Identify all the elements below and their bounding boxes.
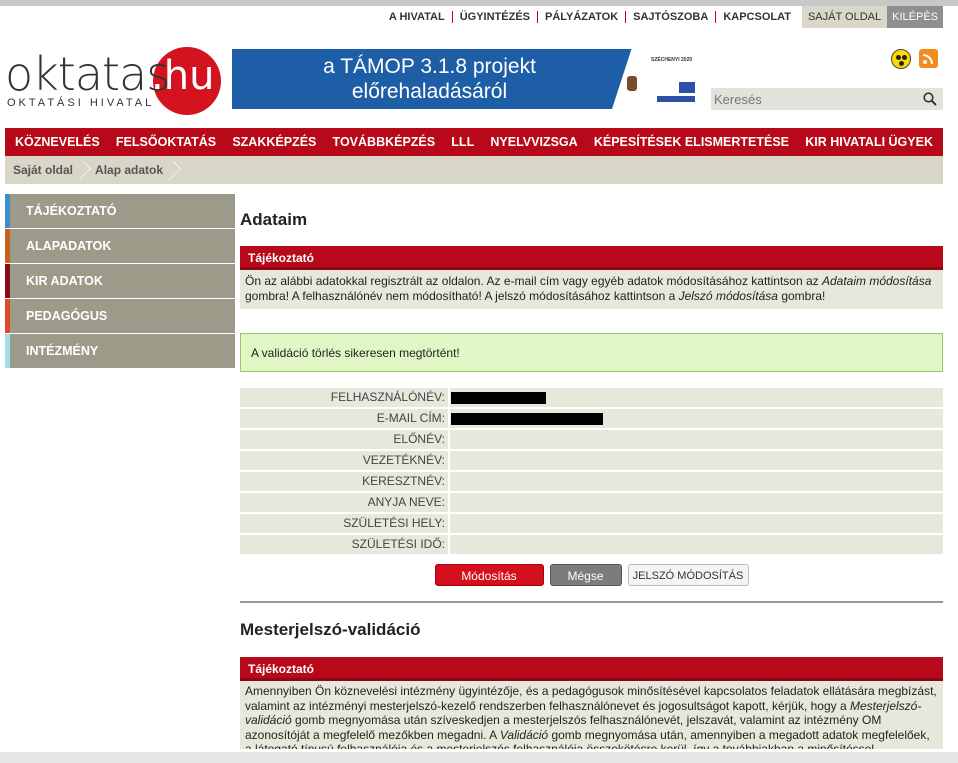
invest-strip [657, 96, 695, 102]
sidebar: TÁJÉKOZTATÓ ALAPADATOK KIR ADATOK PEDAGÓ… [5, 194, 235, 369]
main-content: Adataim Tájékoztató Ön az alábbi adatokk… [240, 194, 943, 749]
info-box-text: Ön az alábbi adatokkal regisztrált az ol… [240, 270, 943, 309]
divider [240, 601, 943, 603]
eu-logos: SZÉCHENYI 2020 [627, 52, 701, 106]
top-link-ugyintezes[interactable]: ÜGYINTÉZÉS [451, 11, 537, 23]
modify-button[interactable]: Módosítás [434, 564, 544, 586]
sidebar-item-intezmeny[interactable]: INTÉZMÉNY [5, 334, 235, 368]
tamop-banner[interactable]: a TÁMOP 3.1.8 projekt előrehaladásáról S… [232, 49, 701, 109]
field-value [450, 409, 943, 428]
field-value [450, 472, 943, 491]
logo-subtitle: OKTATÁSI HIVATAL [7, 97, 155, 109]
banner-line-1: a TÁMOP 3.1.8 projekt [323, 55, 536, 78]
szechenyi-logo: SZÉCHENYI 2020 [651, 57, 693, 63]
field-value [450, 493, 943, 512]
field-row-email: E-MAIL CÍM: [240, 409, 943, 428]
top-navigation: A HIVATAL ÜGYINTÉZÉS PÁLYÁZATOK SAJTÓSZO… [382, 6, 943, 28]
page-title: Adataim [240, 210, 308, 229]
nav-tovabbkepzes[interactable]: TOVÁBBKÉPZÉS [333, 135, 436, 149]
nav-koznevelés[interactable]: KÖZNEVELÉS [15, 135, 100, 149]
user-data-form: FELHASZNÁLÓNÉV: E-MAIL CÍM: ELŐNÉV: VEZE… [240, 388, 943, 554]
field-label: SZÜLETÉSI HELY: [240, 514, 448, 533]
field-row-username: FELHASZNÁLÓNÉV: [240, 388, 943, 407]
cancel-button[interactable]: Mégse [549, 564, 622, 586]
info-box-2-title: Tájékoztató [240, 657, 943, 681]
own-page-button[interactable]: SAJÁT OLDAL [801, 6, 888, 28]
main-navigation: KÖZNEVELÉS FELSŐOKTATÁS SZAKKÉPZÉS TOVÁB… [5, 128, 943, 156]
header-icons [891, 49, 938, 69]
section-title-master-password: Mesterjelszó-validáció [240, 620, 421, 639]
search-input[interactable] [711, 91, 911, 107]
top-link-hivatal[interactable]: A HIVATAL [382, 11, 452, 23]
sidebar-item-alapadatok[interactable]: ALAPADATOK [5, 229, 235, 263]
banner-line-2: előrehaladásáról [351, 80, 508, 103]
redacted-value [451, 413, 603, 425]
info-box: Tájékoztató Ön az alábbi adatokkal regis… [240, 246, 943, 309]
info-box-title: Tájékoztató [240, 246, 943, 270]
coat-of-arms-icon [627, 76, 637, 91]
field-row-mother-name: ANYJA NEVE: [240, 493, 943, 512]
breadcrumb-own-page[interactable]: Saját oldal [5, 156, 87, 184]
sidebar-item-pedagogus[interactable]: PEDAGÓGUS [5, 299, 235, 333]
field-label: KERESZTNÉV: [240, 472, 448, 491]
horizontal-scrollbar[interactable] [0, 752, 958, 763]
logout-button[interactable]: KILÉPÉS [887, 6, 943, 28]
top-link-palyazatok[interactable]: PÁLYÁZATOK [537, 11, 625, 23]
field-row-birth-date: SZÜLETÉSI IDŐ: [240, 535, 943, 554]
info-box-2: Tájékoztató Amennyiben Ön köznevelési in… [240, 657, 943, 749]
breadcrumb: Saját oldal Alap adatok [5, 156, 943, 184]
top-link-sajtoszoba[interactable]: SAJTÓSZOBA [625, 11, 715, 23]
redacted-value [451, 392, 546, 404]
sidebar-item-tajekoztato[interactable]: TÁJÉKOZTATÓ [5, 194, 235, 228]
nav-kir-hivatali[interactable]: KIR HIVATALI ÜGYEK [805, 135, 933, 149]
info-box-2-text: Amennyiben Ön köznevelési intézmény ügyi… [240, 681, 943, 749]
rss-icon[interactable] [919, 49, 938, 68]
change-password-button[interactable]: JELSZÓ MÓDOSÍTÁS [627, 564, 749, 586]
field-row-surname: VEZETÉKNÉV: [240, 451, 943, 470]
field-label: FELHASZNÁLÓNÉV: [240, 388, 448, 407]
field-row-firstname: KERESZTNÉV: [240, 472, 943, 491]
nav-nyelvvizsga[interactable]: NYELVVIZSGA [490, 135, 577, 149]
nav-lll[interactable]: LLL [451, 135, 474, 149]
field-row-birth-place: SZÜLETÉSI HELY: [240, 514, 943, 533]
banner-text: a TÁMOP 3.1.8 projekt előrehaladásáról [232, 54, 627, 104]
field-label: VEZETÉKNÉV: [240, 451, 448, 470]
field-value [450, 388, 943, 407]
nav-felsooktatas[interactable]: FELSŐOKTATÁS [116, 135, 216, 149]
field-value [450, 430, 943, 449]
field-label: SZÜLETÉSI IDŐ: [240, 535, 448, 554]
field-value [450, 451, 943, 470]
site-logo[interactable]: oktatas .hu OKTATÁSI HIVATAL [5, 47, 225, 117]
sidebar-item-kir-adatok[interactable]: KIR ADATOK [5, 264, 235, 298]
field-label: ELŐNÉV: [240, 430, 448, 449]
field-value [450, 514, 943, 533]
form-buttons: Módosítás Mégse JELSZÓ MÓDOSÍTÁS [240, 564, 943, 586]
top-link-kapcsolat[interactable]: KAPCSOLAT [715, 11, 798, 23]
eu-flag-icon [679, 82, 695, 93]
success-message: A validáció törlés sikeresen megtörtént! [240, 333, 943, 372]
search-icon[interactable] [923, 92, 937, 106]
field-row-prefix: ELŐNÉV: [240, 430, 943, 449]
search-box [711, 88, 943, 110]
field-label: ANYJA NEVE: [240, 493, 448, 512]
field-value [450, 535, 943, 554]
logo-word: oktatas [5, 47, 170, 101]
logo-hu: .hu [151, 53, 215, 99]
nav-kepesitesek[interactable]: KÉPESÍTÉSEK ELISMERTETÉSE [594, 135, 789, 149]
nav-szakkepzes[interactable]: SZAKKÉPZÉS [232, 135, 316, 149]
field-label: E-MAIL CÍM: [240, 409, 448, 428]
breadcrumb-basic-data[interactable]: Alap adatok [87, 156, 177, 184]
accessibility-icon[interactable] [891, 49, 911, 69]
